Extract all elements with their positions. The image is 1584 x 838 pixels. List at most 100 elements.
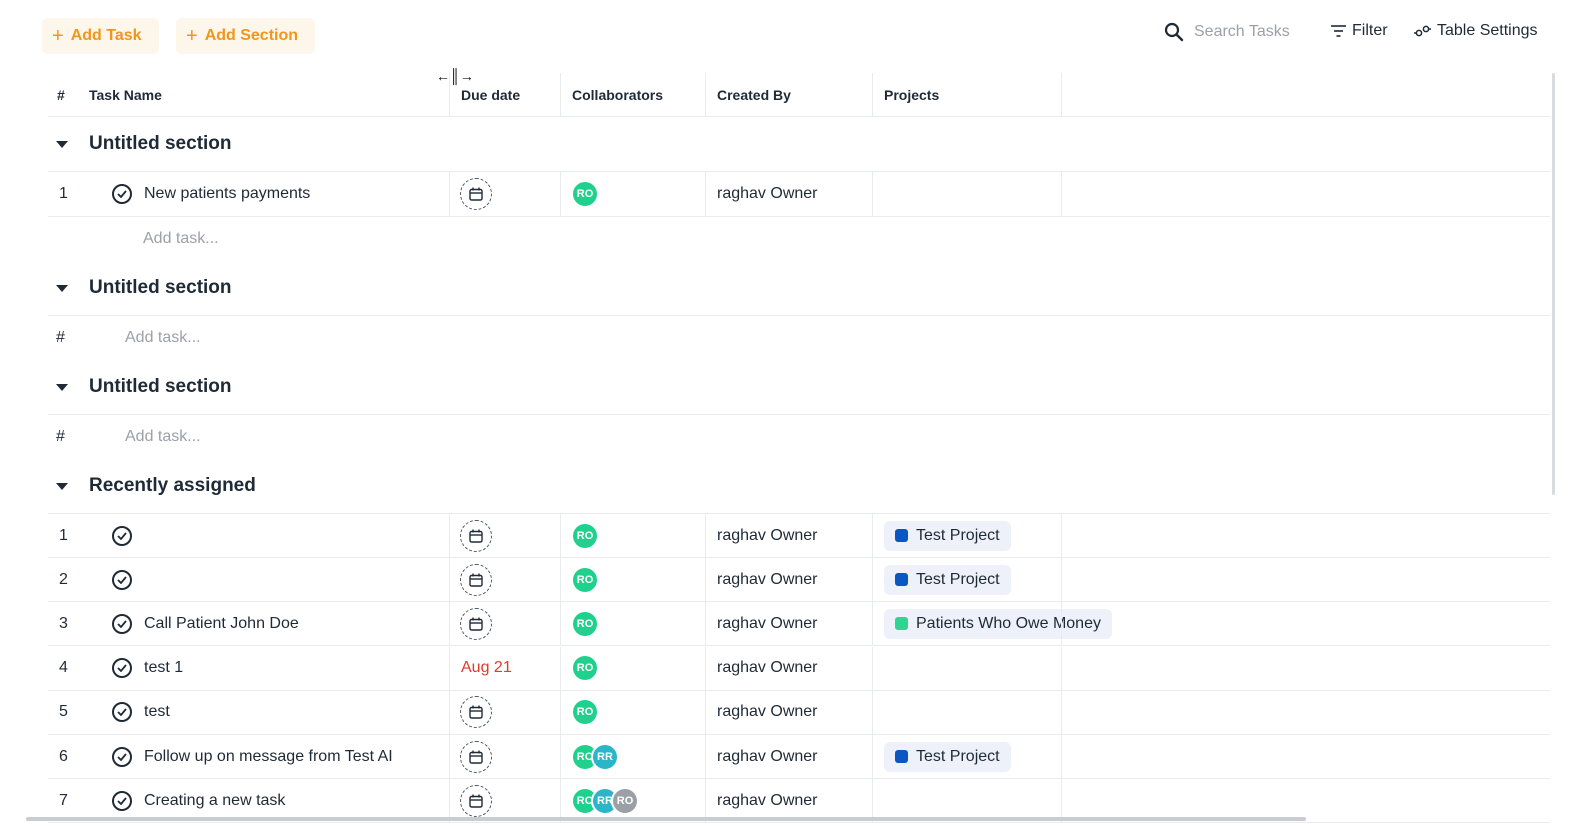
- calendar-icon[interactable]: [460, 563, 492, 596]
- task-name[interactable]: New patients payments: [144, 172, 310, 216]
- add-task-label: Add Task: [70, 27, 142, 44]
- task-name[interactable]: Follow up on message from Test AI: [144, 735, 393, 778]
- created-by: raghav Owner: [717, 747, 818, 765]
- calendar-icon[interactable]: [460, 607, 492, 640]
- avatar[interactable]: RO: [571, 609, 599, 638]
- row-number: 1: [59, 526, 68, 544]
- section-header[interactable]: Recently assigned: [48, 459, 1550, 514]
- complete-check-icon[interactable]: [112, 613, 132, 634]
- project-name: Test Project: [916, 570, 1000, 588]
- project-tag[interactable]: Test Project: [884, 520, 1011, 551]
- section-title[interactable]: Recently assigned: [89, 459, 256, 513]
- settings-sliders-icon: [1414, 25, 1431, 37]
- calendar-icon[interactable]: [460, 784, 492, 817]
- add-task-row[interactable]: # Add task...: [48, 415, 1550, 459]
- project-tag[interactable]: Patients Who Owe Money: [884, 608, 1112, 639]
- table-row[interactable]: 5 test RO raghav Owner: [48, 690, 1550, 735]
- row-number: 5: [59, 703, 68, 721]
- complete-check-icon[interactable]: [112, 184, 132, 204]
- col-header-created-by[interactable]: Created By: [717, 73, 791, 116]
- table-row[interactable]: 1 New patients payments RO raghav Owner: [48, 172, 1550, 217]
- add-task-inline[interactable]: Add task...: [125, 316, 201, 360]
- col-header-collaborators[interactable]: Collaborators: [572, 73, 663, 116]
- column-divider[interactable]: [449, 73, 450, 116]
- created-by: raghav Owner: [717, 614, 818, 632]
- avatar[interactable]: RO: [571, 654, 599, 683]
- task-name[interactable]: Creating a new task: [144, 779, 285, 822]
- section-title[interactable]: Untitled section: [89, 117, 232, 171]
- project-color-swatch: [895, 573, 908, 587]
- add-task-row[interactable]: Add task...: [48, 217, 1550, 261]
- row-number: #: [56, 329, 65, 346]
- column-divider[interactable]: [560, 73, 561, 116]
- table-settings-button[interactable]: Table Settings: [1414, 19, 1538, 43]
- collapse-caret-icon[interactable]: [56, 284, 68, 292]
- add-task-button[interactable]: + Add Task: [42, 18, 159, 54]
- add-task-row[interactable]: # Add task...: [48, 316, 1550, 360]
- project-color-swatch: [895, 529, 908, 542]
- avatar[interactable]: RR: [591, 742, 619, 771]
- collapse-caret-icon[interactable]: [56, 482, 68, 490]
- table-row[interactable]: 3 Call Patient John Doe RO raghav Owner Pati…: [48, 602, 1550, 647]
- add-section-label: Add Section: [204, 27, 299, 44]
- complete-check-icon[interactable]: [112, 658, 132, 679]
- table-row[interactable]: 4 test 1 Aug 21 RO raghav Owner: [48, 646, 1550, 691]
- col-header-task-name[interactable]: Task Name: [89, 73, 162, 116]
- search-icon: [1164, 22, 1184, 42]
- search-input[interactable]: Search Tasks: [1164, 19, 1290, 45]
- calendar-icon[interactable]: [460, 696, 492, 729]
- avatar[interactable]: RO: [571, 521, 599, 550]
- complete-check-icon[interactable]: [112, 702, 132, 723]
- created-by: raghav Owner: [717, 703, 818, 721]
- calendar-icon[interactable]: [460, 519, 492, 552]
- project-name: Test Project: [916, 526, 1000, 544]
- task-name[interactable]: Call Patient John Doe: [144, 602, 299, 645]
- complete-check-icon[interactable]: [112, 569, 132, 590]
- filter-button[interactable]: Filter: [1331, 19, 1388, 43]
- avatar[interactable]: RO: [571, 180, 599, 208]
- col-header-number: #: [57, 86, 65, 103]
- plus-icon: +: [52, 25, 64, 47]
- col-header-due-date[interactable]: Due date: [461, 73, 520, 116]
- section-title[interactable]: Untitled section: [89, 261, 232, 315]
- task-name[interactable]: test: [144, 691, 170, 734]
- task-name[interactable]: test 1: [144, 647, 183, 690]
- avatar[interactable]: RO: [571, 698, 599, 727]
- table-row[interactable]: 1 RO raghav Owner Test Project: [48, 514, 1550, 558]
- vertical-scrollbar[interactable]: [1552, 73, 1555, 495]
- collapse-caret-icon[interactable]: [56, 140, 68, 148]
- section-header[interactable]: Untitled section: [48, 117, 1550, 172]
- section-title[interactable]: Untitled section: [89, 360, 232, 414]
- complete-check-icon[interactable]: [112, 525, 132, 546]
- calendar-icon[interactable]: [460, 740, 492, 773]
- project-tag[interactable]: Test Project: [884, 564, 1011, 595]
- column-divider[interactable]: [705, 73, 706, 116]
- collapse-caret-icon[interactable]: [56, 383, 68, 391]
- created-by: raghav Owner: [717, 570, 818, 588]
- add-section-button[interactable]: + Add Section: [176, 18, 315, 54]
- section-header[interactable]: Untitled section: [48, 261, 1550, 316]
- created-by: raghav Owner: [717, 791, 818, 809]
- table-row[interactable]: 2 RO raghav Owner Test Project: [48, 558, 1550, 603]
- section-header[interactable]: Untitled section: [48, 360, 1550, 415]
- add-task-inline[interactable]: Add task...: [143, 217, 219, 261]
- created-by: raghav Owner: [717, 659, 818, 677]
- column-divider[interactable]: [1061, 73, 1062, 116]
- table-settings-label: Table Settings: [1437, 22, 1538, 39]
- complete-check-icon[interactable]: [112, 790, 132, 811]
- column-divider[interactable]: [872, 73, 873, 116]
- avatar[interactable]: RO: [611, 786, 639, 815]
- horizontal-scrollbar[interactable]: [26, 817, 1306, 821]
- col-header-projects[interactable]: Projects: [884, 73, 939, 116]
- complete-check-icon[interactable]: [112, 746, 132, 767]
- due-date[interactable]: Aug 21: [461, 647, 512, 690]
- row-number: 3: [59, 614, 68, 632]
- search-placeholder: Search Tasks: [1194, 23, 1290, 40]
- project-tag[interactable]: Test Project: [884, 741, 1011, 772]
- calendar-icon[interactable]: [460, 178, 492, 210]
- table-row[interactable]: 6 Follow up on message from Test AI RO RR ra…: [48, 735, 1550, 779]
- add-task-inline[interactable]: Add task...: [125, 415, 201, 459]
- row-number: 7: [59, 791, 68, 809]
- avatar[interactable]: RO: [571, 565, 599, 594]
- row-number: 2: [59, 570, 68, 588]
